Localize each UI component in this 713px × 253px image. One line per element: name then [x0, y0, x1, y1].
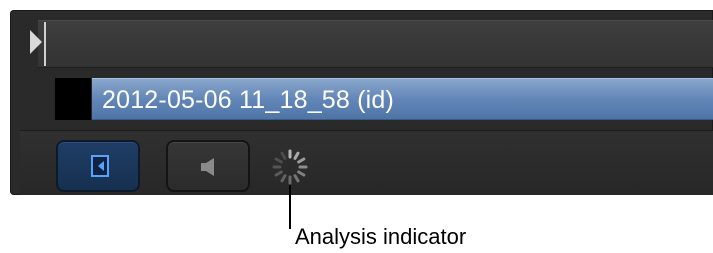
playhead-line	[44, 22, 46, 66]
playhead-icon[interactable]	[30, 30, 42, 54]
audio-toggle-button[interactable]	[166, 140, 250, 192]
bottom-toolbar	[20, 130, 713, 195]
video-toggle-button[interactable]	[56, 140, 140, 192]
clip-thumbnail[interactable]	[55, 78, 91, 120]
callout-line	[289, 185, 291, 229]
clip-bar[interactable]: 2012-05-06 11_18_58 (id)	[92, 78, 713, 120]
timeline-ruler[interactable]	[38, 20, 713, 68]
speaker-icon	[201, 158, 214, 176]
callout-label: Analysis indicator	[295, 224, 467, 249]
video-icon	[91, 155, 109, 177]
timeline-panel: 2012-05-06 11_18_58 (id)	[10, 10, 713, 195]
analysis-spinner-icon	[272, 149, 308, 185]
clip-title: 2012-05-06 11_18_58 (id)	[102, 86, 395, 114]
